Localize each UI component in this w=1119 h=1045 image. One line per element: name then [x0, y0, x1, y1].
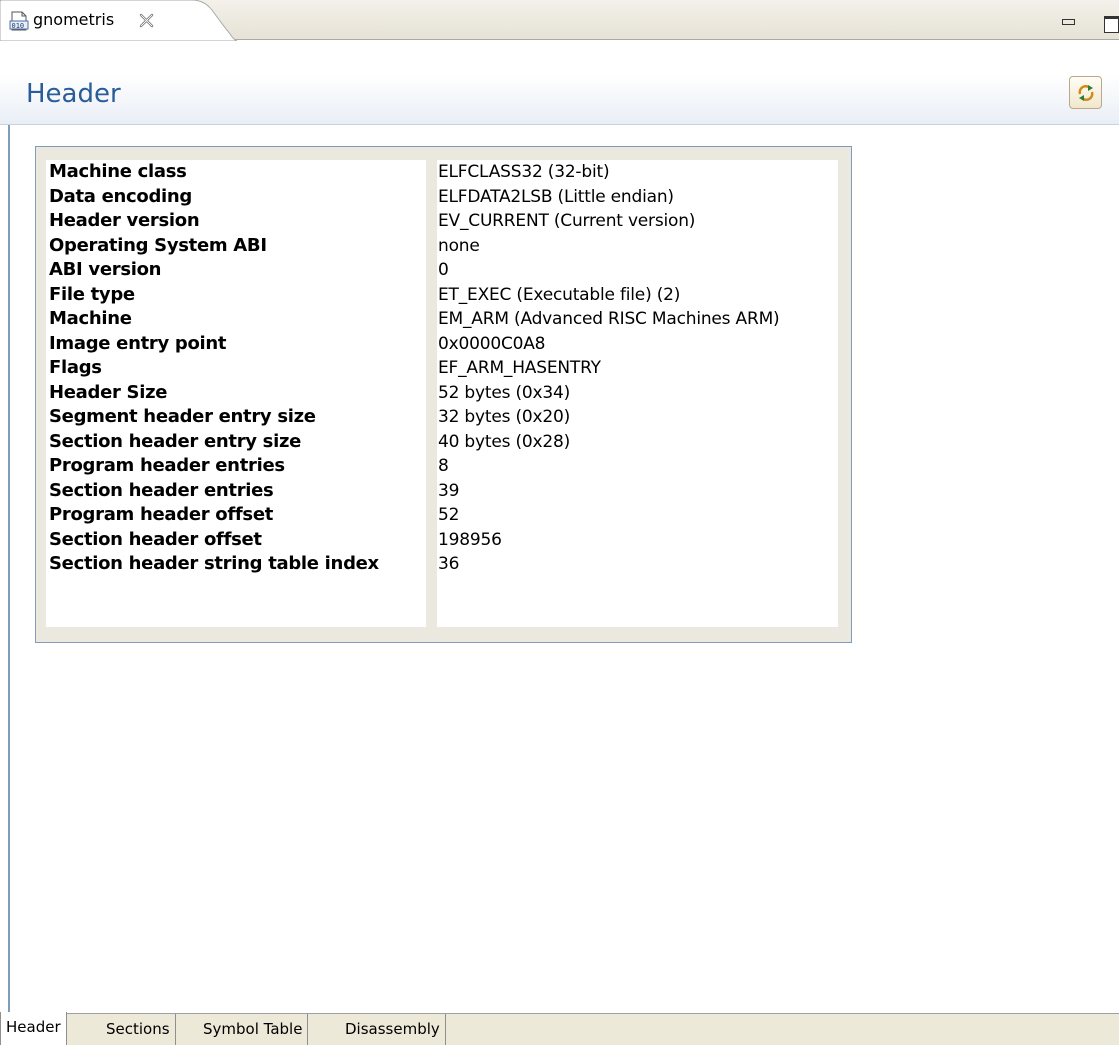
header-field-value: EF_ARM_HASENTRY	[438, 358, 601, 378]
header-field-name: Section header entry size	[49, 430, 302, 452]
editor-tab-strip: 010 gnometris	[0, 0, 1119, 41]
header-field-value: ET_EXEC (Executable file) (2)	[438, 284, 681, 305]
header-field-value: ELFCLASS32 (32-bit)	[438, 162, 610, 182]
header-field-name: Header Size	[49, 381, 168, 403]
header-field-name: Section header string table index	[49, 553, 379, 574]
header-field-value: 0	[438, 260, 449, 280]
header-field-value: 36	[438, 554, 460, 574]
header-field-value: EM_ARM (Advanced RISC Machines ARM)	[438, 309, 780, 329]
page-tab-header[interactable]: Header	[0, 1012, 67, 1045]
svg-text:010: 010	[12, 22, 25, 30]
header-field-name: Operating System ABI	[49, 234, 267, 256]
header-field-value: 52	[438, 505, 460, 525]
editor-tab-gnometris[interactable]: 010 gnometris	[0, 0, 237, 41]
header-field-value: 198956	[438, 529, 502, 550]
header-field-name: Program header entries	[49, 455, 285, 476]
header-field-name: Segment header entry size	[49, 406, 316, 427]
page-tab-bar: Header Sections Symbol Table Disassembly	[0, 1012, 1119, 1045]
header-field-name: Flags	[49, 357, 102, 378]
header-field-name: Header version	[49, 210, 200, 231]
header-field-value: 8	[438, 456, 449, 476]
header-field-name: Image entry point	[49, 332, 227, 354]
page-tab-sections[interactable]: Sections	[101, 1014, 176, 1045]
header-field-name: ABI version	[49, 259, 162, 280]
page-title: Header	[26, 79, 121, 109]
header-field-value: 32 bytes (0x20)	[438, 407, 571, 427]
header-field-name: Machine class	[49, 161, 187, 182]
refresh-icon	[1078, 85, 1094, 101]
header-field-name: Section header offset	[49, 528, 262, 550]
header-field-name: Machine	[49, 308, 132, 329]
header-field-value: 0x0000C0A8	[438, 333, 546, 354]
header-field-name: Data encoding	[49, 185, 193, 207]
header-field-name: Program header offset	[49, 504, 274, 525]
binary-file-icon: 010	[9, 11, 29, 31]
maximize-icon[interactable]	[1104, 16, 1119, 33]
page-tab-disassembly[interactable]: Disassembly	[340, 1014, 446, 1045]
header-field-value: 39	[438, 480, 460, 501]
view-controls	[1059, 14, 1119, 34]
header-field-name: Section header entries	[49, 479, 274, 501]
elf-header-table: Machine class Data encoding Header version…	[35, 146, 852, 643]
close-icon[interactable]	[139, 13, 154, 28]
header-field-value: ELFDATA2LSB (Little endian)	[438, 186, 674, 207]
editor-left-border	[8, 125, 10, 1013]
header-field-values: ELFCLASS32 (32-bit) ELFDATA2LSB (Little e…	[437, 160, 838, 627]
header-field-name: File type	[49, 283, 135, 305]
page-tab-symbol-table[interactable]: Symbol Table	[198, 1014, 309, 1045]
header-field-value: none	[438, 235, 480, 256]
header-field-value: 52 bytes (0x34)	[438, 382, 571, 403]
refresh-button[interactable]	[1069, 76, 1102, 109]
header-field-value: 40 bytes (0x28)	[438, 431, 571, 452]
form-header: Header	[0, 41, 1119, 125]
tab-title: gnometris	[33, 10, 115, 29]
header-field-value: EV_CURRENT (Current version)	[438, 211, 696, 231]
header-field-names: Machine class Data encoding Header version…	[46, 160, 426, 627]
minimize-icon[interactable]	[1062, 19, 1075, 25]
